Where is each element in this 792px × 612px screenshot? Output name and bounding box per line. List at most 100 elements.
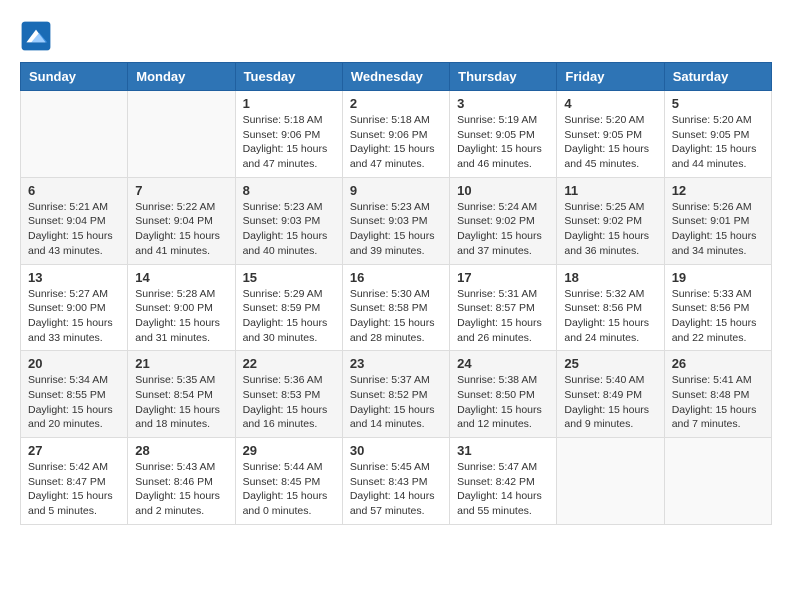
- day-info: Sunrise: 5:31 AM Sunset: 8:57 PM Dayligh…: [457, 287, 549, 346]
- calendar-cell: 13 Sunrise: 5:27 AM Sunset: 9:00 PM Dayli…: [21, 264, 128, 351]
- calendar-cell: [664, 438, 771, 525]
- calendar-cell: 11 Sunrise: 5:25 AM Sunset: 9:02 PM Dayli…: [557, 177, 664, 264]
- calendar-cell: 26 Sunrise: 5:41 AM Sunset: 8:48 PM Dayli…: [664, 351, 771, 438]
- day-info: Sunrise: 5:19 AM Sunset: 9:05 PM Dayligh…: [457, 113, 549, 172]
- calendar-cell: 10 Sunrise: 5:24 AM Sunset: 9:02 PM Dayli…: [450, 177, 557, 264]
- day-number: 3: [457, 96, 549, 111]
- day-number: 27: [28, 443, 120, 458]
- day-info: Sunrise: 5:21 AM Sunset: 9:04 PM Dayligh…: [28, 200, 120, 259]
- day-number: 12: [672, 183, 764, 198]
- day-number: 28: [135, 443, 227, 458]
- day-info: Sunrise: 5:27 AM Sunset: 9:00 PM Dayligh…: [28, 287, 120, 346]
- day-info: Sunrise: 5:35 AM Sunset: 8:54 PM Dayligh…: [135, 373, 227, 432]
- day-number: 19: [672, 270, 764, 285]
- day-number: 14: [135, 270, 227, 285]
- calendar-cell: 9 Sunrise: 5:23 AM Sunset: 9:03 PM Daylig…: [342, 177, 449, 264]
- day-number: 7: [135, 183, 227, 198]
- day-number: 17: [457, 270, 549, 285]
- calendar-cell: 22 Sunrise: 5:36 AM Sunset: 8:53 PM Dayli…: [235, 351, 342, 438]
- day-number: 18: [564, 270, 656, 285]
- day-info: Sunrise: 5:43 AM Sunset: 8:46 PM Dayligh…: [135, 460, 227, 519]
- calendar-cell: 6 Sunrise: 5:21 AM Sunset: 9:04 PM Daylig…: [21, 177, 128, 264]
- weekday-header-row: SundayMondayTuesdayWednesdayThursdayFrid…: [21, 63, 772, 91]
- weekday-header-thursday: Thursday: [450, 63, 557, 91]
- calendar-cell: 4Sunrise: 5:20 AM Sunset: 9:05 PM Daylig…: [557, 91, 664, 178]
- day-number: 21: [135, 356, 227, 371]
- calendar-cell: 17 Sunrise: 5:31 AM Sunset: 8:57 PM Dayli…: [450, 264, 557, 351]
- day-number: 16: [350, 270, 442, 285]
- calendar-week-row: 6 Sunrise: 5:21 AM Sunset: 9:04 PM Daylig…: [21, 177, 772, 264]
- day-number: 11: [564, 183, 656, 198]
- day-info: Sunrise: 5:25 AM Sunset: 9:02 PM Dayligh…: [564, 200, 656, 259]
- weekday-header-monday: Monday: [128, 63, 235, 91]
- day-number: 10: [457, 183, 549, 198]
- day-info: Sunrise: 5:30 AM Sunset: 8:58 PM Dayligh…: [350, 287, 442, 346]
- day-number: 4: [564, 96, 656, 111]
- day-number: 24: [457, 356, 549, 371]
- calendar-cell: [128, 91, 235, 178]
- day-info: Sunrise: 5:26 AM Sunset: 9:01 PM Dayligh…: [672, 200, 764, 259]
- calendar-cell: 27Sunrise: 5:42 AM Sunset: 8:47 PM Dayli…: [21, 438, 128, 525]
- calendar-cell: 8 Sunrise: 5:23 AM Sunset: 9:03 PM Daylig…: [235, 177, 342, 264]
- day-number: 13: [28, 270, 120, 285]
- day-info: Sunrise: 5:32 AM Sunset: 8:56 PM Dayligh…: [564, 287, 656, 346]
- day-info: Sunrise: 5:20 AM Sunset: 9:05 PM Dayligh…: [672, 113, 764, 172]
- day-number: 20: [28, 356, 120, 371]
- day-number: 25: [564, 356, 656, 371]
- day-number: 15: [243, 270, 335, 285]
- calendar-cell: 7Sunrise: 5:22 AM Sunset: 9:04 PM Daylig…: [128, 177, 235, 264]
- calendar-cell: 31 Sunrise: 5:47 AM Sunset: 8:42 PM Dayli…: [450, 438, 557, 525]
- day-number: 6: [28, 183, 120, 198]
- day-number: 1: [243, 96, 335, 111]
- day-number: 22: [243, 356, 335, 371]
- calendar-cell: 16 Sunrise: 5:30 AM Sunset: 8:58 PM Dayli…: [342, 264, 449, 351]
- day-info: Sunrise: 5:41 AM Sunset: 8:48 PM Dayligh…: [672, 373, 764, 432]
- day-number: 5: [672, 96, 764, 111]
- calendar-week-row: 13 Sunrise: 5:27 AM Sunset: 9:00 PM Dayli…: [21, 264, 772, 351]
- page-header: [20, 20, 772, 52]
- logo-icon: [20, 20, 52, 52]
- day-info: Sunrise: 5:40 AM Sunset: 8:49 PM Dayligh…: [564, 373, 656, 432]
- day-number: 29: [243, 443, 335, 458]
- day-number: 2: [350, 96, 442, 111]
- day-info: Sunrise: 5:28 AM Sunset: 9:00 PM Dayligh…: [135, 287, 227, 346]
- weekday-header-wednesday: Wednesday: [342, 63, 449, 91]
- weekday-header-sunday: Sunday: [21, 63, 128, 91]
- weekday-header-friday: Friday: [557, 63, 664, 91]
- calendar-cell: 14 Sunrise: 5:28 AM Sunset: 9:00 PM Dayli…: [128, 264, 235, 351]
- day-info: Sunrise: 5:36 AM Sunset: 8:53 PM Dayligh…: [243, 373, 335, 432]
- day-info: Sunrise: 5:23 AM Sunset: 9:03 PM Dayligh…: [243, 200, 335, 259]
- calendar-cell: 29 Sunrise: 5:44 AM Sunset: 8:45 PM Dayli…: [235, 438, 342, 525]
- calendar-cell: 20Sunrise: 5:34 AM Sunset: 8:55 PM Dayli…: [21, 351, 128, 438]
- day-number: 30: [350, 443, 442, 458]
- calendar-cell: 5 Sunrise: 5:20 AM Sunset: 9:05 PM Daylig…: [664, 91, 771, 178]
- calendar-cell: [557, 438, 664, 525]
- day-number: 8: [243, 183, 335, 198]
- day-info: Sunrise: 5:45 AM Sunset: 8:43 PM Dayligh…: [350, 460, 442, 519]
- calendar-cell: 2Sunrise: 5:18 AM Sunset: 9:06 PM Daylig…: [342, 91, 449, 178]
- calendar-cell: 1Sunrise: 5:18 AM Sunset: 9:06 PM Daylig…: [235, 91, 342, 178]
- calendar-cell: 23Sunrise: 5:37 AM Sunset: 8:52 PM Dayli…: [342, 351, 449, 438]
- day-info: Sunrise: 5:24 AM Sunset: 9:02 PM Dayligh…: [457, 200, 549, 259]
- calendar-cell: 30 Sunrise: 5:45 AM Sunset: 8:43 PM Dayli…: [342, 438, 449, 525]
- calendar-week-row: 20Sunrise: 5:34 AM Sunset: 8:55 PM Dayli…: [21, 351, 772, 438]
- calendar-cell: 25 Sunrise: 5:40 AM Sunset: 8:49 PM Dayli…: [557, 351, 664, 438]
- calendar-cell: 12 Sunrise: 5:26 AM Sunset: 9:01 PM Dayli…: [664, 177, 771, 264]
- day-info: Sunrise: 5:29 AM Sunset: 8:59 PM Dayligh…: [243, 287, 335, 346]
- day-info: Sunrise: 5:47 AM Sunset: 8:42 PM Dayligh…: [457, 460, 549, 519]
- calendar-week-row: 1Sunrise: 5:18 AM Sunset: 9:06 PM Daylig…: [21, 91, 772, 178]
- day-number: 9: [350, 183, 442, 198]
- calendar-cell: 15 Sunrise: 5:29 AM Sunset: 8:59 PM Dayli…: [235, 264, 342, 351]
- calendar-cell: 3 Sunrise: 5:19 AM Sunset: 9:05 PM Daylig…: [450, 91, 557, 178]
- day-info: Sunrise: 5:33 AM Sunset: 8:56 PM Dayligh…: [672, 287, 764, 346]
- calendar-cell: 21 Sunrise: 5:35 AM Sunset: 8:54 PM Dayli…: [128, 351, 235, 438]
- day-number: 26: [672, 356, 764, 371]
- day-info: Sunrise: 5:23 AM Sunset: 9:03 PM Dayligh…: [350, 200, 442, 259]
- calendar-week-row: 27Sunrise: 5:42 AM Sunset: 8:47 PM Dayli…: [21, 438, 772, 525]
- day-number: 31: [457, 443, 549, 458]
- logo: [20, 20, 56, 52]
- calendar-cell: [21, 91, 128, 178]
- day-info: Sunrise: 5:37 AM Sunset: 8:52 PM Dayligh…: [350, 373, 442, 432]
- calendar-cell: 24Sunrise: 5:38 AM Sunset: 8:50 PM Dayli…: [450, 351, 557, 438]
- day-info: Sunrise: 5:44 AM Sunset: 8:45 PM Dayligh…: [243, 460, 335, 519]
